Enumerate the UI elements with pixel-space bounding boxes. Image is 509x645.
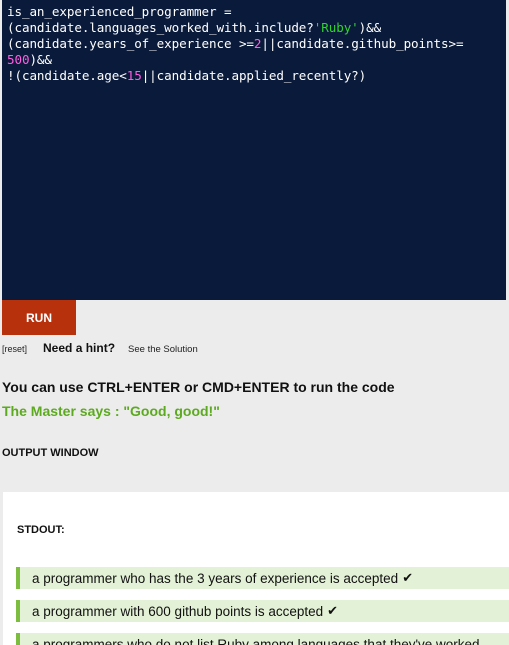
code-line-2: (candidate.languages_worked_with.include… [7, 20, 382, 35]
check-icon: ✔ [327, 603, 339, 618]
page: is_an_experienced_programmer = (candidat… [0, 0, 509, 645]
solution-link[interactable]: See the Solution [128, 344, 198, 355]
number-token: 500 [7, 52, 30, 67]
check-icon: ✔ [402, 570, 414, 585]
run-button[interactable]: RUN [2, 300, 76, 335]
code-line-5: !(candidate.age<15||candidate.applied_re… [7, 68, 367, 83]
code-line-3: (candidate.years_of_experience >=2||cand… [7, 36, 464, 51]
result-text: a programmer with 600 github points is a… [32, 603, 324, 619]
keyboard-tip: You can use CTRL+ENTER or CMD+ENTER to r… [2, 379, 395, 395]
code-line-4: 500)&& [7, 52, 52, 67]
hint-link[interactable]: Need a hint? [43, 341, 115, 355]
result-text: a programmer who has the 3 years of expe… [32, 570, 399, 586]
stdout-label: STDOUT: [17, 524, 65, 536]
code-editor[interactable]: is_an_experienced_programmer = (candidat… [2, 0, 506, 300]
result-item: a programmer who has the 3 years of expe… [16, 567, 509, 589]
reset-link[interactable]: [reset] [2, 344, 27, 354]
result-item: a programmer with 600 github points is a… [16, 600, 509, 622]
output-window: STDOUT: a programmer who has the 3 years… [3, 492, 509, 645]
master-feedback: The Master says : "Good, good!" [2, 403, 220, 419]
result-item: a programmers who do not list Ruby among… [16, 633, 509, 645]
code-text[interactable]: is_an_experienced_programmer = (candidat… [7, 4, 502, 84]
output-window-title: OUTPUT WINDOW [2, 447, 99, 459]
editor-links: [reset] Need a hint? See the Solution [2, 341, 198, 355]
code-line-1: is_an_experienced_programmer = [7, 4, 232, 19]
result-text: a programmers who do not list Ruby among… [32, 636, 480, 645]
string-token: 'Ruby' [313, 20, 359, 35]
number-token: 15 [126, 68, 142, 83]
